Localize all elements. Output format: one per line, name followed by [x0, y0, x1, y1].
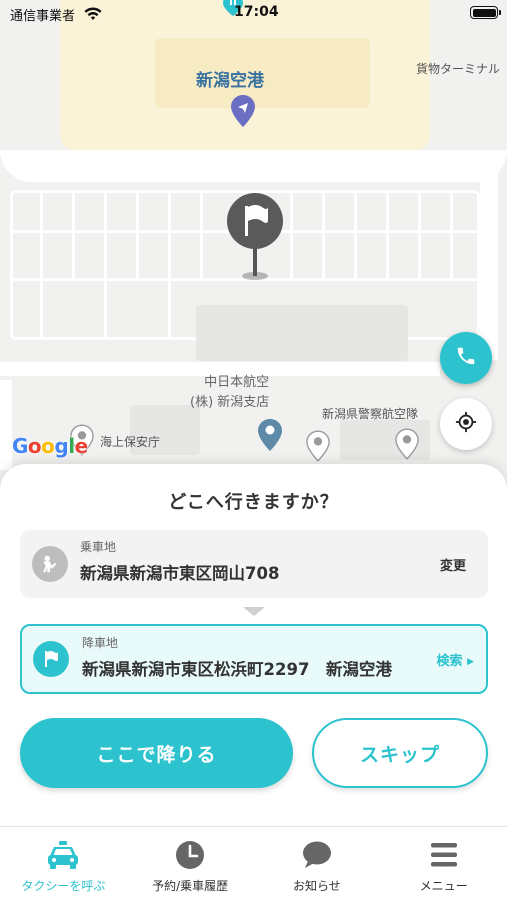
menu-icon — [429, 839, 459, 871]
down-arrow-icon — [243, 607, 265, 616]
dropoff-address: 新潟県新潟市東区松浜町2297 新潟空港 — [82, 660, 392, 679]
tab-menu[interactable]: メニュー — [380, 827, 507, 900]
company-poi-label-line1: 中日本航空 — [204, 375, 270, 390]
police-poi-pin-icon[interactable] — [306, 430, 330, 466]
battery-tip — [499, 10, 501, 15]
pickup-address: 新潟県新潟市東区岡山708 — [80, 564, 280, 583]
search-dropoff-button[interactable]: 検索 ▶ — [437, 650, 474, 669]
sheet-title: どこへ行きますか？ — [168, 492, 339, 513]
status-time: 17:04 — [234, 4, 279, 20]
building — [196, 305, 408, 361]
google-logo-letter: o — [41, 434, 55, 458]
destination-flag-pin-icon[interactable] — [226, 193, 284, 285]
tab-call-taxi[interactable]: タクシーを呼ぶ — [0, 827, 127, 900]
google-logo-letter: g — [54, 434, 69, 458]
google-logo: Google — [12, 434, 88, 458]
google-logo-letter: G — [12, 434, 28, 458]
carrier-name: 通信事業者 — [10, 9, 76, 24]
dropoff-caption: 降車地 — [82, 636, 119, 650]
map-view[interactable]: 新潟空港 貨物ターミナル 中日本航空 (株) 新潟支店 新潟県警察航空隊 海上保… — [0, 0, 507, 500]
search-dropoff-label: 検索 — [436, 654, 463, 669]
call-button[interactable] — [440, 332, 492, 384]
drop-off-here-button[interactable]: ここで降りる — [20, 718, 293, 788]
cargo-terminal-label: 貨物ターミナル — [416, 62, 501, 76]
chevron-right-icon: ▶ — [467, 657, 474, 667]
status-bar: 通信事業者 17:04 — [0, 0, 507, 28]
battery-icon — [470, 6, 498, 19]
company-poi-label: 中日本航空 (株) 新潟支店 — [190, 373, 269, 413]
current-location-button[interactable] — [440, 398, 492, 450]
map-poi-pin-icon[interactable] — [395, 428, 419, 464]
road — [0, 150, 507, 182]
coast-guard-poi-label: 海上保安庁 — [100, 435, 161, 449]
clock-icon — [175, 839, 205, 871]
skip-button[interactable]: スキップ — [312, 718, 488, 788]
google-logo-letter: e — [74, 434, 89, 458]
destination-sheet: どこへ行きますか？ 乗車地 新潟県新潟市東区岡山708 変更 降車地 新潟県新潟… — [0, 464, 507, 826]
airport-label: 新潟空港 — [196, 71, 264, 91]
tab-bar: タクシーを呼ぶ 予約/乗車履歴 お知らせ メニュー — [0, 826, 507, 900]
wifi-icon — [84, 6, 102, 25]
pickup-caption: 乗車地 — [80, 540, 117, 554]
tab-call-taxi-label: タクシーを呼ぶ — [21, 879, 106, 893]
chat-bubble-icon — [302, 839, 332, 871]
change-pickup-button[interactable]: 変更 — [440, 555, 466, 574]
tab-history[interactable]: 予約/乗車履歴 — [127, 827, 254, 900]
tab-history-label: 予約/乗車履歴 — [152, 879, 229, 893]
road — [0, 380, 12, 470]
police-poi-label: 新潟県警察航空隊 — [322, 407, 419, 421]
tab-notifications-label: お知らせ — [292, 879, 341, 893]
road — [480, 160, 498, 360]
taxi-icon — [46, 839, 80, 871]
pickup-location-card[interactable]: 乗車地 新潟県新潟市東区岡山708 変更 — [20, 530, 488, 598]
google-logo-letter: o — [27, 434, 42, 458]
phone-icon — [455, 345, 477, 371]
crosshair-icon — [455, 411, 477, 437]
dropoff-location-card[interactable]: 降車地 新潟県新潟市東区松浜町2297 新潟空港 検索 ▶ — [20, 624, 488, 694]
tab-notifications[interactable]: お知らせ — [254, 827, 381, 900]
pickup-person-icon — [32, 546, 68, 582]
company-poi-label-line2: (株) 新潟支店 — [190, 395, 270, 410]
company-poi-pin-icon[interactable] — [257, 418, 283, 456]
tab-menu-label: メニュー — [419, 879, 468, 893]
airport-poi-pin-icon[interactable] — [230, 94, 256, 132]
dropoff-flag-icon — [33, 641, 69, 677]
